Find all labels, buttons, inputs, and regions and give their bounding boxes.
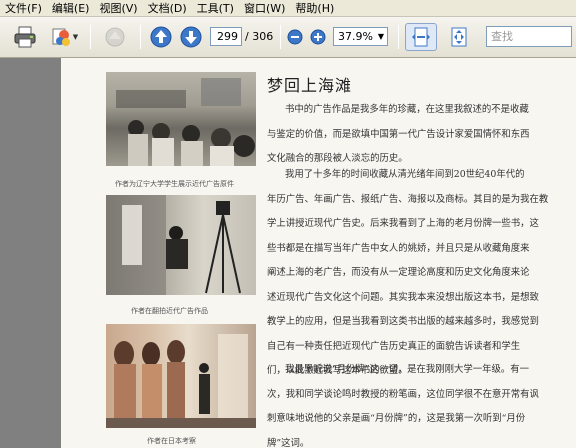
chevron-down-icon: ▼ bbox=[72, 33, 79, 41]
toolbar-divider bbox=[90, 25, 91, 49]
collaborate-icon bbox=[52, 28, 70, 46]
arrow-down-icon bbox=[180, 26, 202, 48]
caption-1: 作者为辽宁大学学生展示近代广告原件 bbox=[115, 180, 234, 188]
caption-2: 作者在翻拍近代广告作品 bbox=[131, 307, 208, 315]
page-number-input[interactable]: 299 bbox=[210, 27, 242, 46]
menu-help[interactable]: 帮助(H) bbox=[290, 0, 339, 17]
sign-icon bbox=[105, 27, 125, 47]
text-line: 次，我和同学谈论鸣时教授的粉笔画，这位同学很不在意开常有讽 bbox=[267, 388, 539, 400]
toolbar-divider bbox=[398, 25, 399, 49]
share-button[interactable]: ▼ bbox=[46, 23, 82, 51]
menu-view[interactable]: 视图(V) bbox=[94, 0, 142, 17]
fit-page-icon bbox=[451, 27, 467, 47]
paragraph-2: 我用了十多年的时间收藏从清光绪年间到20世纪40年代的 年历广告、年画广告、报纸… bbox=[267, 163, 569, 384]
text-line: 刺意味地说他的父亲是画“月份牌”的，这是我第一次听到“月份 bbox=[267, 413, 526, 424]
text-line: 学上讲授近现代广告史。后来我看到了上海的老月份牌一些书，这 bbox=[267, 218, 539, 229]
document-viewport[interactable]: 作者为辽宁大学学生展示近代广告原件 作者在翻拍近代广告作品 作者在日本考察 梦回… bbox=[0, 58, 576, 448]
classroom-image-icon bbox=[116, 78, 255, 166]
document-title: 梦回上海滩 bbox=[267, 76, 353, 95]
paragraph-3: 我最早听说“月份牌”这一词，是在我刚刚大学一年级。有一 次，我和同学谈论鸣时教授… bbox=[267, 358, 569, 448]
printer-icon bbox=[14, 26, 36, 48]
paragraph-1: 书中的广告作品是我多年的珍藏，在这里我叙述的不是收藏 与鉴定的价值，而是欲填中国… bbox=[267, 98, 569, 172]
text-line: 教学上的应用，但是当我看到这类书出版的越来越多时，我感觉到 bbox=[267, 316, 539, 327]
caption-3: 作者在日本考察 bbox=[147, 437, 196, 445]
classroom-photo bbox=[106, 72, 256, 166]
zoom-in-button[interactable] bbox=[308, 23, 328, 51]
review-button[interactable] bbox=[100, 23, 130, 51]
fit-page-button[interactable] bbox=[443, 23, 475, 51]
menu-file[interactable]: 文件(F) bbox=[0, 0, 47, 17]
chevron-down-icon[interactable]: ▼ bbox=[375, 28, 387, 45]
print-button[interactable] bbox=[10, 23, 40, 51]
menu-window[interactable]: 窗口(W) bbox=[239, 0, 290, 17]
camera-image-icon bbox=[106, 195, 241, 295]
menu-tools[interactable]: 工具(T) bbox=[192, 0, 239, 17]
previous-page-button[interactable] bbox=[148, 23, 174, 51]
document-page: 作者为辽宁大学学生展示近代广告原件 作者在翻拍近代广告作品 作者在日本考察 梦回… bbox=[61, 58, 576, 448]
fit-width-button[interactable] bbox=[405, 23, 437, 51]
arrow-up-icon bbox=[150, 26, 172, 48]
text-line: 与鉴定的价值，而是欲填中国第一代广告设计家爱国情怀和东西 bbox=[267, 128, 530, 140]
camera-photo bbox=[106, 195, 256, 295]
menu-document[interactable]: 文档(D) bbox=[143, 0, 192, 17]
text-line: 述近现代广告文化这个问题。其实我本来没想出版这本书，是想致 bbox=[267, 291, 539, 303]
text-line: 书中的广告作品是我多年的珍藏，在这里我叙述的不是收藏 bbox=[285, 104, 529, 115]
text-line: 阐述上海的老广告，而没有从一定理论高度和历史文化角度来论 bbox=[267, 267, 530, 278]
next-page-button[interactable] bbox=[178, 23, 204, 51]
fit-width-icon bbox=[412, 27, 430, 47]
zoom-in-icon bbox=[310, 29, 326, 45]
exhibition-photo bbox=[106, 324, 256, 428]
text-line: 我最早听说“月份牌”这一词，是在我刚刚大学一年级。有一 bbox=[285, 364, 529, 375]
toolbar-divider bbox=[140, 25, 141, 49]
toolbar: ▼ 299 / 306 37.9% ▼ 查找 bbox=[0, 17, 576, 58]
search-input[interactable]: 查找 bbox=[486, 26, 572, 47]
page-total-label: / 306 bbox=[245, 30, 274, 43]
zoom-select[interactable]: 37.9% ▼ bbox=[333, 27, 388, 46]
text-line: 年历广告、年画广告、报纸广告、海报以及商标。其目的是为我在教 bbox=[267, 193, 549, 205]
exhibition-image-icon bbox=[106, 334, 256, 428]
text-line: 些书都是在描写当年广告中女人的姚娇，并且只是从收藏角度来 bbox=[267, 242, 530, 254]
toolbar-divider bbox=[280, 25, 281, 49]
text-line: 我用了十多年的时间收藏从清光绪年间到20世纪40年代的 bbox=[285, 169, 525, 180]
text-line: 牌”这词。 bbox=[267, 437, 310, 448]
text-line: 自己有一种责任把近现代广告历史真正的面貌告诉读者和学生 bbox=[267, 340, 521, 352]
zoom-out-button[interactable] bbox=[285, 23, 305, 51]
menu-bar: 文件(F) 编辑(E) 视图(V) 文档(D) 工具(T) 窗口(W) 帮助(H… bbox=[0, 0, 576, 17]
zoom-value: 37.9% bbox=[338, 30, 373, 43]
zoom-out-icon bbox=[287, 29, 303, 45]
menu-edit[interactable]: 编辑(E) bbox=[47, 0, 95, 17]
